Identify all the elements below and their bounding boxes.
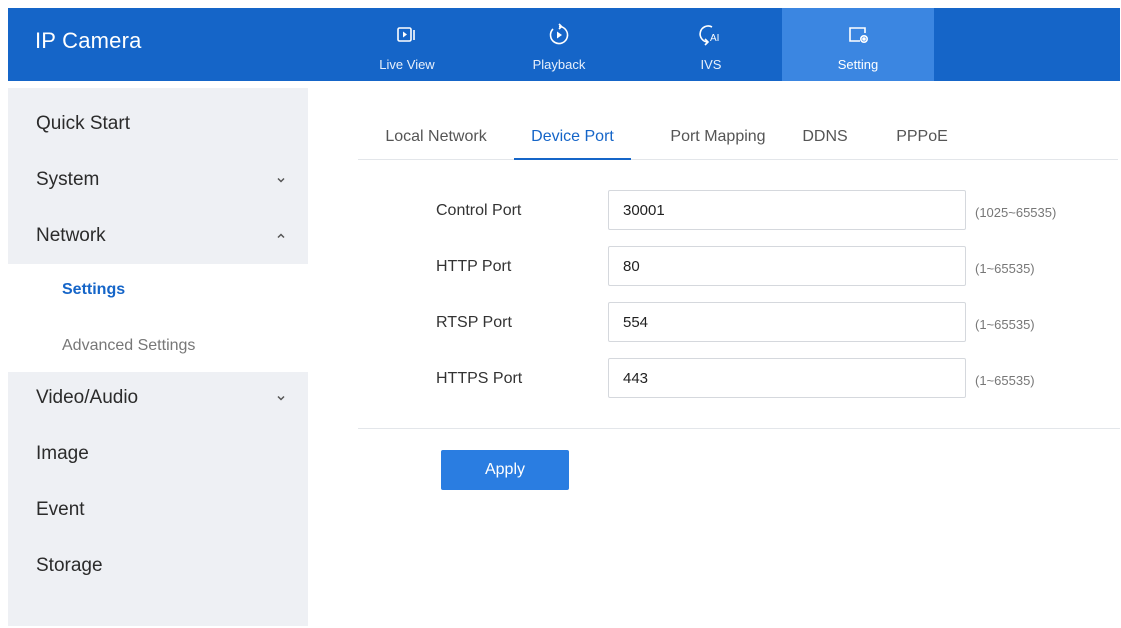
nav-ivs[interactable]: AI IVS	[635, 8, 787, 81]
nav-label: Live View	[379, 57, 435, 72]
sidebar-item-label: Video/Audio	[36, 387, 139, 408]
sidebar: Quick Start System Network Settings Adva…	[8, 88, 308, 626]
chevron-down-icon	[277, 177, 285, 183]
tab-bar: Local Network Device Port Port Mapping D…	[358, 122, 1118, 160]
nav-setting[interactable]: Setting	[782, 8, 934, 81]
tab-ddns[interactable]: DDNS	[795, 122, 855, 159]
sidebar-item-storage[interactable]: Storage	[8, 538, 308, 594]
tab-pppoe[interactable]: PPPoE	[890, 122, 954, 159]
https-port-range: (1~65535)	[975, 373, 1035, 388]
sidebar-item-system[interactable]: System	[8, 152, 308, 208]
nav-label: Playback	[532, 57, 586, 72]
sidebar-item-event[interactable]: Event	[8, 482, 308, 538]
form-divider	[358, 428, 1120, 429]
nav-live-view[interactable]: Live View	[331, 8, 483, 81]
chevron-up-icon	[277, 233, 285, 239]
settings-icon	[849, 27, 868, 44]
sidebar-item-network[interactable]: Network	[8, 208, 308, 264]
nav-playback[interactable]: Playback	[483, 8, 635, 81]
chevron-down-icon	[277, 395, 285, 401]
http-port-label: HTTP Port	[436, 258, 512, 275]
tab-port-mapping[interactable]: Port Mapping	[658, 122, 778, 159]
playback-icon	[549, 23, 569, 45]
sidebar-item-video-audio[interactable]: Video/Audio	[8, 370, 308, 426]
video-icon	[397, 27, 415, 42]
sidebar-item-advanced-settings[interactable]: Advanced Settings	[8, 318, 308, 372]
sidebar-item-network-settings[interactable]: Settings	[8, 264, 308, 318]
nav-label: Setting	[837, 57, 879, 72]
rtsp-port-range: (1~65535)	[975, 317, 1035, 332]
sidebar-item-label: Storage	[36, 555, 103, 576]
https-port-input[interactable]	[608, 358, 966, 398]
app-title: IP Camera	[35, 28, 142, 53]
sidebar-item-label: Event	[36, 499, 85, 520]
sidebar-item-image[interactable]: Image	[8, 426, 308, 482]
sidebar-item-label: System	[36, 169, 100, 190]
sidebar-item-label: Quick Start	[36, 113, 130, 134]
http-port-input[interactable]	[608, 246, 966, 286]
nav-label: IVS	[700, 57, 722, 72]
rtsp-port-label: RTSP Port	[436, 314, 512, 331]
http-port-range: (1~65535)	[975, 261, 1035, 276]
ai-icon: AI	[699, 25, 719, 46]
tab-local-network[interactable]: Local Network	[378, 122, 494, 159]
rtsp-port-input[interactable]	[608, 302, 966, 342]
apply-button[interactable]: Apply	[441, 450, 569, 490]
control-port-range: (1025~65535)	[975, 205, 1057, 220]
sidebar-item-label: Image	[36, 443, 89, 464]
control-port-label: Control Port	[436, 202, 522, 219]
https-port-label: HTTPS Port	[436, 370, 523, 387]
sidebar-subitem-label: Advanced Settings	[62, 337, 196, 354]
sidebar-item-label: Network	[36, 225, 106, 246]
top-header: IP Camera Live View Playback AI IVS Sett…	[8, 8, 1120, 81]
control-port-input[interactable]	[608, 190, 966, 230]
sidebar-item-quick-start[interactable]: Quick Start	[8, 96, 308, 152]
tab-device-port[interactable]: Device Port	[514, 122, 631, 160]
svg-text:AI: AI	[710, 33, 719, 44]
sidebar-subitem-label: Settings	[62, 281, 126, 298]
